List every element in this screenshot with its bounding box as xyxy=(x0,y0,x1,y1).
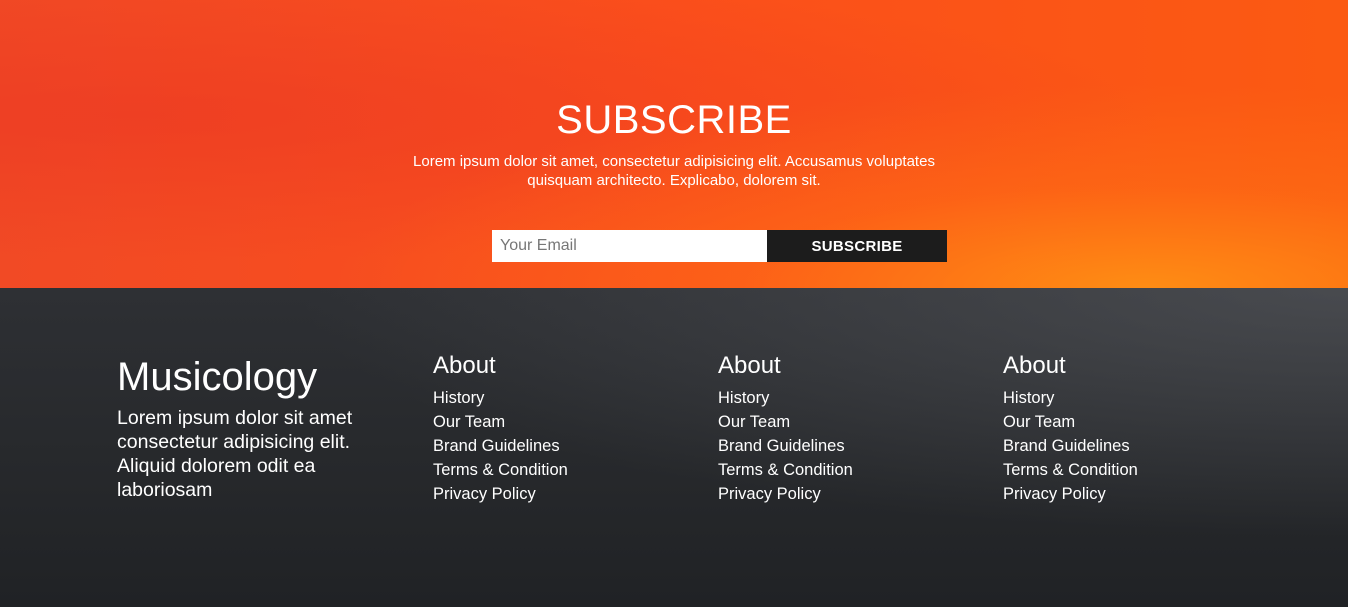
subscribe-description: Lorem ipsum dolor sit amet, consectetur … xyxy=(413,153,935,189)
footer-link-terms[interactable]: Terms & Condition xyxy=(433,458,653,482)
link-list: History Our Team Brand Guidelines Terms … xyxy=(718,386,938,506)
footer-link-our-team[interactable]: Our Team xyxy=(1003,410,1223,434)
footer-link-brand-guidelines[interactable]: Brand Guidelines xyxy=(433,434,653,458)
link-list: History Our Team Brand Guidelines Terms … xyxy=(433,386,653,506)
subscribe-section: SUBSCRIBE Lorem ipsum dolor sit amet, co… xyxy=(0,0,1348,288)
footer-link-our-team[interactable]: Our Team xyxy=(433,410,653,434)
footer-link-history[interactable]: History xyxy=(433,386,653,410)
footer-link-privacy[interactable]: Privacy Policy xyxy=(718,482,938,506)
footer-column-2: About History Our Team Brand Guidelines … xyxy=(718,352,938,506)
column-title: About xyxy=(718,352,781,379)
footer-link-privacy[interactable]: Privacy Policy xyxy=(1003,482,1223,506)
footer-link-privacy[interactable]: Privacy Policy xyxy=(433,482,653,506)
footer-link-brand-guidelines[interactable]: Brand Guidelines xyxy=(1003,434,1223,458)
footer-brand: Musicology Lorem ipsum dolor sit amet co… xyxy=(117,354,377,502)
subscribe-button[interactable]: SUBSCRIBE xyxy=(767,230,947,262)
brand-name: Musicology xyxy=(117,355,318,399)
footer-link-history[interactable]: History xyxy=(1003,386,1223,410)
subscribe-title: SUBSCRIBE xyxy=(556,98,792,142)
footer-column-3: About History Our Team Brand Guidelines … xyxy=(1003,352,1223,506)
email-input[interactable] xyxy=(492,230,767,262)
link-list: History Our Team Brand Guidelines Terms … xyxy=(1003,386,1223,506)
footer-link-terms[interactable]: Terms & Condition xyxy=(718,458,938,482)
footer-link-our-team[interactable]: Our Team xyxy=(718,410,938,434)
column-title: About xyxy=(433,352,496,379)
footer: Musicology Lorem ipsum dolor sit amet co… xyxy=(0,288,1348,607)
brand-description: Lorem ipsum dolor sit amet consectetur a… xyxy=(117,407,353,501)
footer-link-brand-guidelines[interactable]: Brand Guidelines xyxy=(718,434,938,458)
column-title: About xyxy=(1003,352,1066,379)
footer-link-history[interactable]: History xyxy=(718,386,938,410)
footer-column-1: About History Our Team Brand Guidelines … xyxy=(433,352,653,506)
footer-link-terms[interactable]: Terms & Condition xyxy=(1003,458,1223,482)
subscribe-form: SUBSCRIBE xyxy=(492,230,947,262)
